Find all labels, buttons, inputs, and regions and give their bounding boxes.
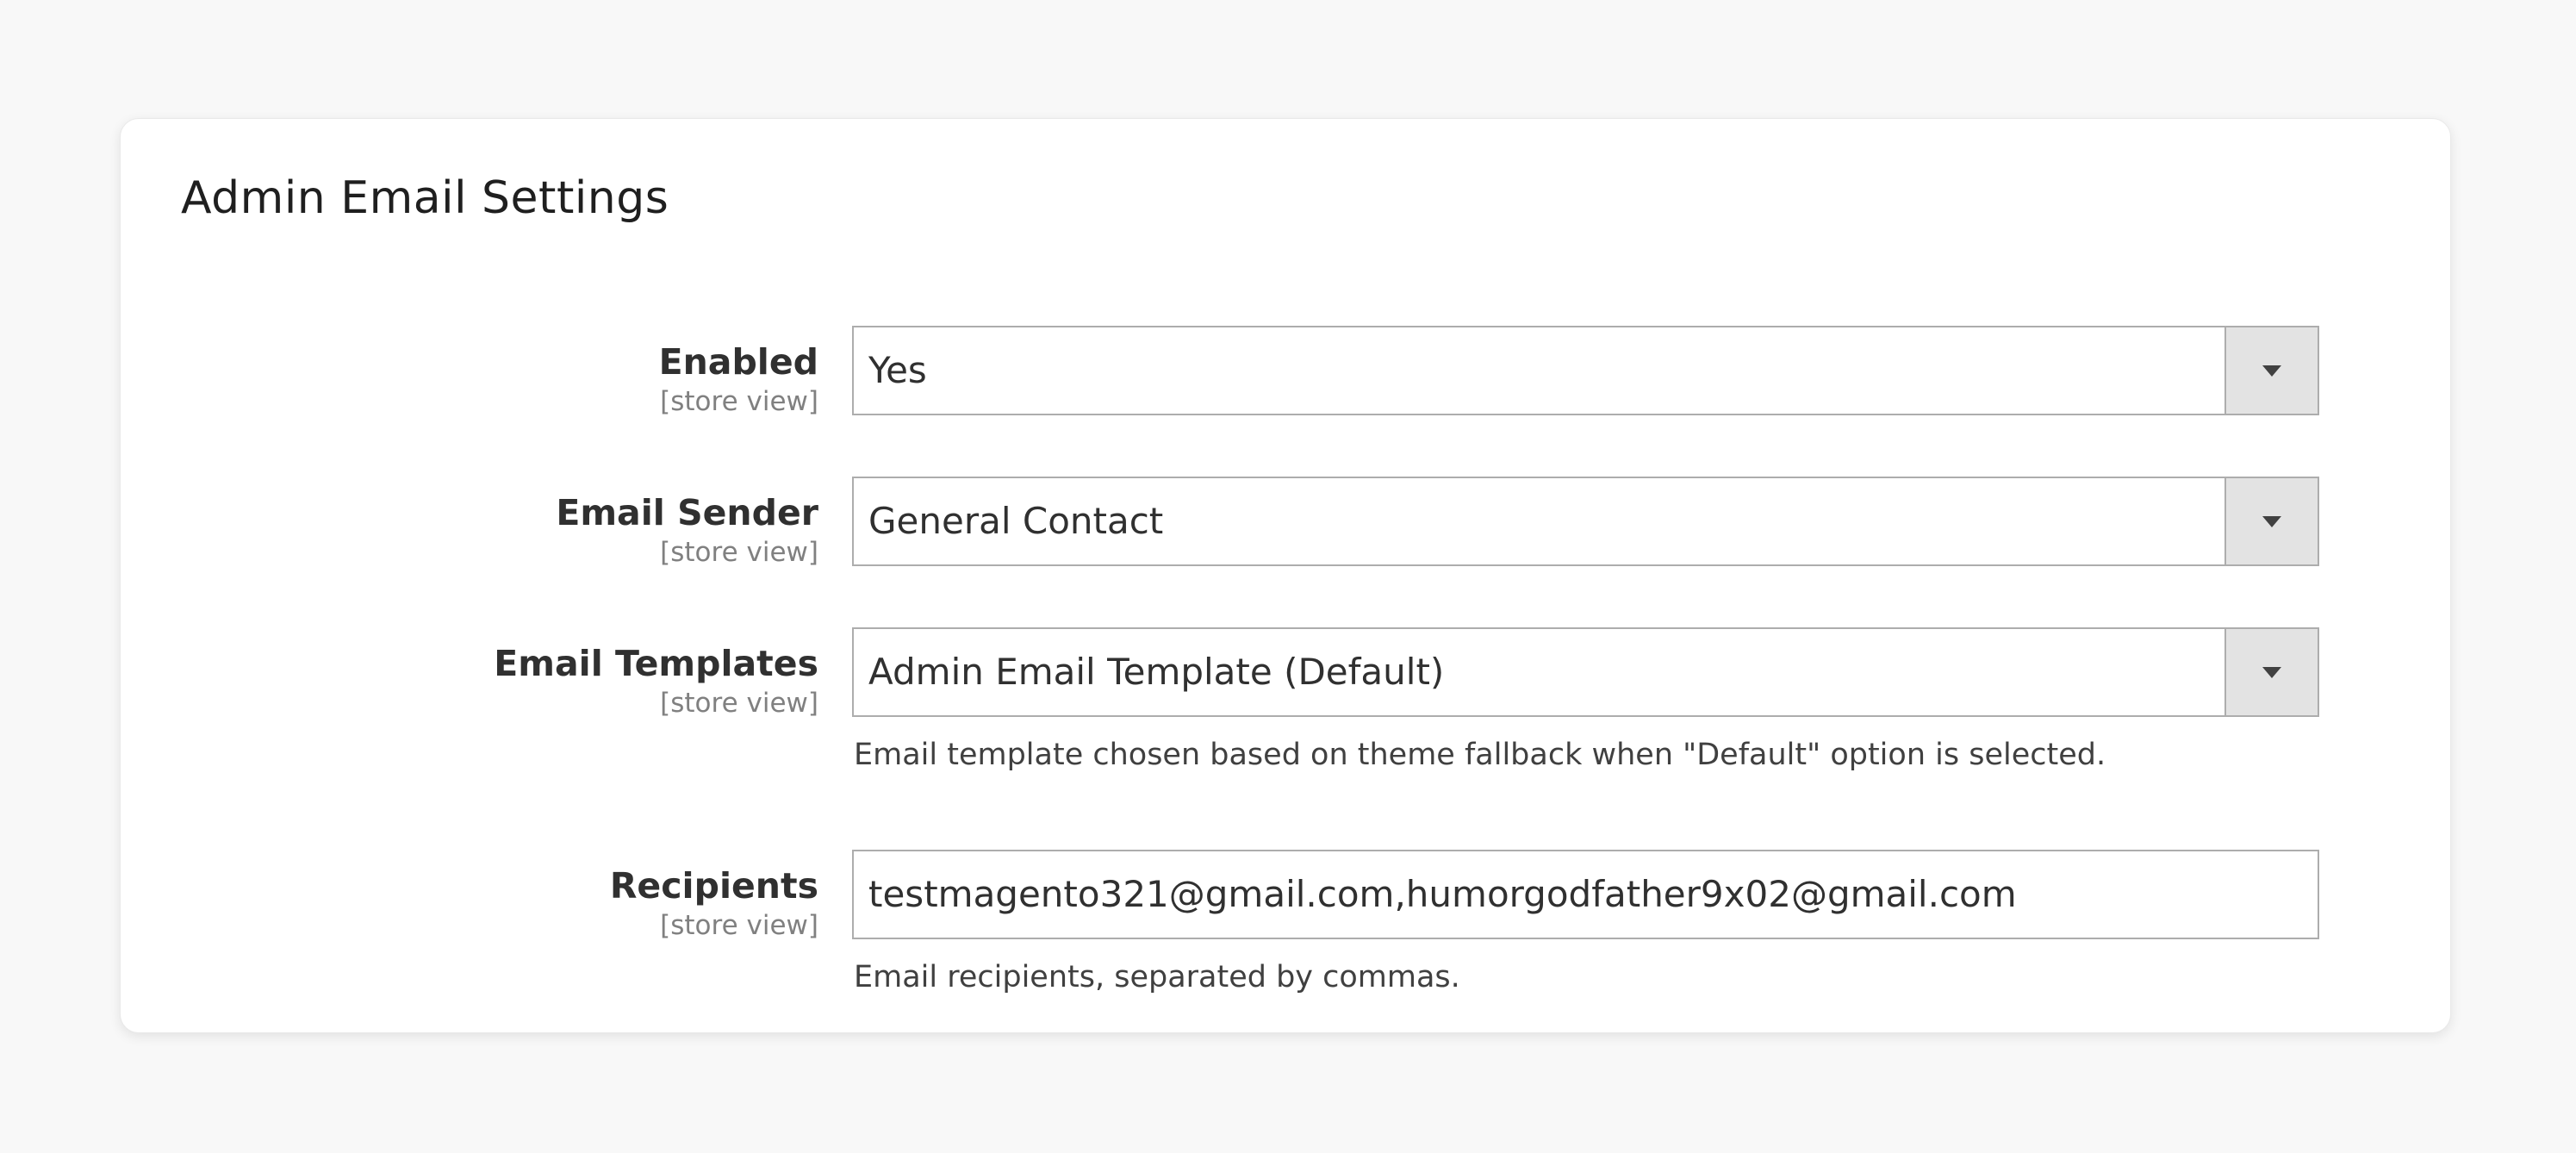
enabled-select-value: Yes: [868, 349, 927, 391]
chevron-down-icon: [2262, 365, 2281, 377]
scope-enabled: [store view]: [660, 386, 818, 418]
recipients-input-value: testmagento321@gmail.com,humorgodfather9…: [868, 873, 2017, 915]
email-templates-select[interactable]: Admin Email Template (Default): [852, 627, 2319, 717]
field-label-recipients: Recipients [store view]: [610, 865, 818, 943]
label-recipients: Recipients: [609, 865, 818, 907]
label-email-sender: Email Sender: [556, 492, 818, 533]
field-label-email-templates: Email Templates [store view]: [494, 643, 818, 720]
field-label-email-sender: Email Sender [store view]: [556, 492, 818, 570]
recipients-note: Email recipients, separated by commas.: [854, 960, 1460, 994]
section-title: Admin Email Settings: [181, 172, 669, 224]
email-templates-note: Email template chosen based on theme fal…: [854, 738, 2106, 772]
enabled-select[interactable]: Yes: [852, 326, 2319, 415]
email-templates-select-toggle[interactable]: [2224, 629, 2318, 715]
recipients-input[interactable]: testmagento321@gmail.com,humorgodfather9…: [852, 850, 2319, 939]
scope-email-templates: [store view]: [660, 688, 818, 720]
chevron-down-icon: [2262, 516, 2281, 527]
field-row-enabled: Enabled [store view] Yes: [121, 326, 2450, 417]
field-row-email-templates: Email Templates [store view] Admin Email…: [121, 627, 2450, 772]
field-label-enabled: Enabled [store view]: [659, 341, 818, 419]
email-sender-select[interactable]: General Contact: [852, 477, 2319, 566]
field-row-recipients: Recipients [store view] testmagento321@g…: [121, 850, 2450, 994]
email-sender-select-value: General Contact: [868, 500, 1164, 542]
enabled-select-toggle[interactable]: [2224, 327, 2318, 414]
scope-email-sender: [store view]: [660, 537, 818, 569]
admin-email-settings-panel: Admin Email Settings Enabled [store view…: [120, 118, 2451, 1033]
label-enabled: Enabled: [658, 341, 818, 383]
email-templates-select-value: Admin Email Template (Default): [868, 651, 1445, 693]
scope-recipients: [store view]: [660, 910, 818, 942]
email-sender-select-toggle[interactable]: [2224, 478, 2318, 564]
label-email-templates: Email Templates: [494, 643, 818, 684]
chevron-down-icon: [2262, 667, 2281, 678]
